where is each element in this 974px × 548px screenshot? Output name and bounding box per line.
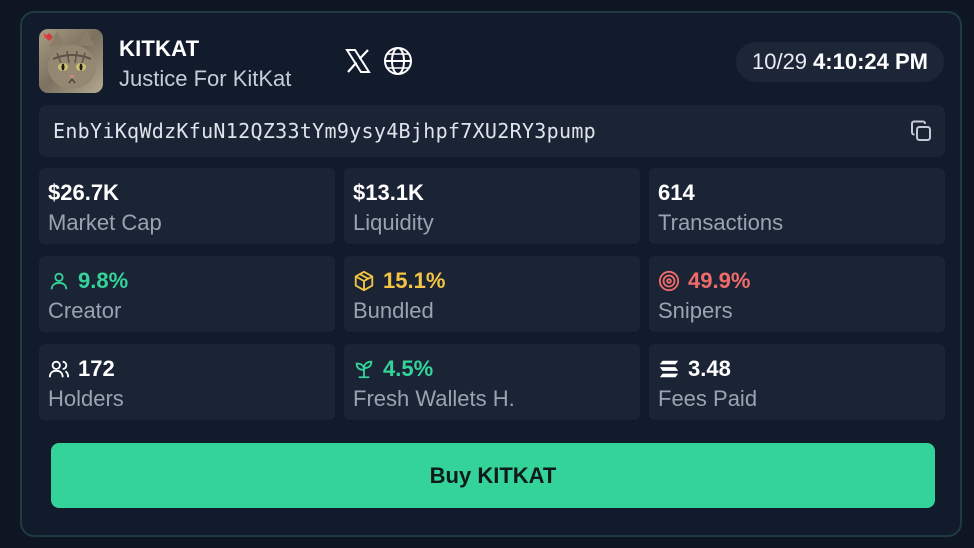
snipers-value: 49.9% [688, 268, 751, 293]
stat-transactions: 614 Transactions [649, 168, 945, 244]
bundled-label: Bundled [353, 298, 434, 323]
stat-fees-paid: 3.48 Fees Paid [649, 344, 945, 420]
contract-address-bar: EnbYiKqWdzKfuN12QZ33tYm9ysy4Bjhpf7XU2RY3… [39, 105, 945, 157]
snipers-label: Snipers [658, 298, 733, 323]
token-name: Justice For KitKat [119, 66, 292, 91]
stat-bundled: 15.1% Bundled [344, 256, 640, 332]
holders-value-row: 172 [48, 356, 115, 382]
fresh-wallets-value-row: 4.5% [353, 356, 433, 382]
sprout-icon [355, 360, 373, 379]
holders-value: 172 [78, 356, 115, 381]
stat-liquidity: $13.1K Liquidity [344, 168, 640, 244]
stat-snipers: 49.9% Snipers [649, 256, 945, 332]
fresh-wallets-value: 4.5% [383, 356, 434, 381]
stat-holders: 172 Holders [39, 344, 335, 420]
fees-paid-value-row: 3.48 [658, 356, 731, 382]
timestamp-pill: 10/29 4:10:24 PM [735, 42, 944, 82]
token-symbol: KITKAT [119, 36, 200, 61]
bundled-value-row: 15.1% [353, 268, 445, 294]
timestamp-date: 10/29 [751, 49, 808, 74]
x-logo-icon[interactable] [342, 45, 374, 77]
liquidity-label: Liquidity [353, 210, 434, 235]
fees-paid-label: Fees Paid [658, 386, 758, 411]
liquidity-value: $13.1K [353, 180, 424, 205]
solana-icon [659, 360, 679, 378]
target-icon [658, 270, 680, 292]
transactions-value: 614 [658, 180, 695, 205]
creator-value: 9.8% [78, 268, 129, 293]
fresh-wallets-label: Fresh Wallets H. [353, 386, 515, 411]
user-icon [50, 272, 68, 290]
holders-label: Holders [48, 386, 124, 411]
copy-icon[interactable] [909, 119, 933, 143]
globe-icon[interactable] [382, 45, 414, 77]
box-icon [354, 270, 374, 292]
creator-value-row: 9.8% [48, 268, 128, 294]
creator-label: Creator [48, 298, 122, 323]
snipers-value-row: 49.9% [658, 268, 750, 294]
token-avatar [39, 29, 103, 93]
fees-paid-value: 3.48 [688, 356, 731, 381]
market-cap-label: Market Cap [48, 210, 162, 235]
market-cap-value: $26.7K [48, 180, 119, 205]
stat-market-cap: $26.7K Market Cap [39, 168, 335, 244]
card-header: KITKAT Justice For KitKat 10/29 4:10:24 … [22, 13, 960, 105]
bundled-value: 15.1% [383, 268, 446, 293]
transactions-label: Transactions [658, 210, 784, 235]
timestamp-time: 4:10:24 PM [813, 49, 928, 74]
users-icon [48, 360, 70, 378]
token-card: KITKAT Justice For KitKat 10/29 4:10:24 … [20, 11, 962, 537]
stat-fresh-wallets: 4.5% Fresh Wallets H. [344, 344, 640, 420]
stat-creator: 9.8% Creator [39, 256, 335, 332]
contract-address: EnbYiKqWdzKfuN12QZ33tYm9ysy4Bjhpf7XU2RY3… [53, 119, 597, 143]
buy-button[interactable]: Buy KITKAT [51, 443, 935, 508]
